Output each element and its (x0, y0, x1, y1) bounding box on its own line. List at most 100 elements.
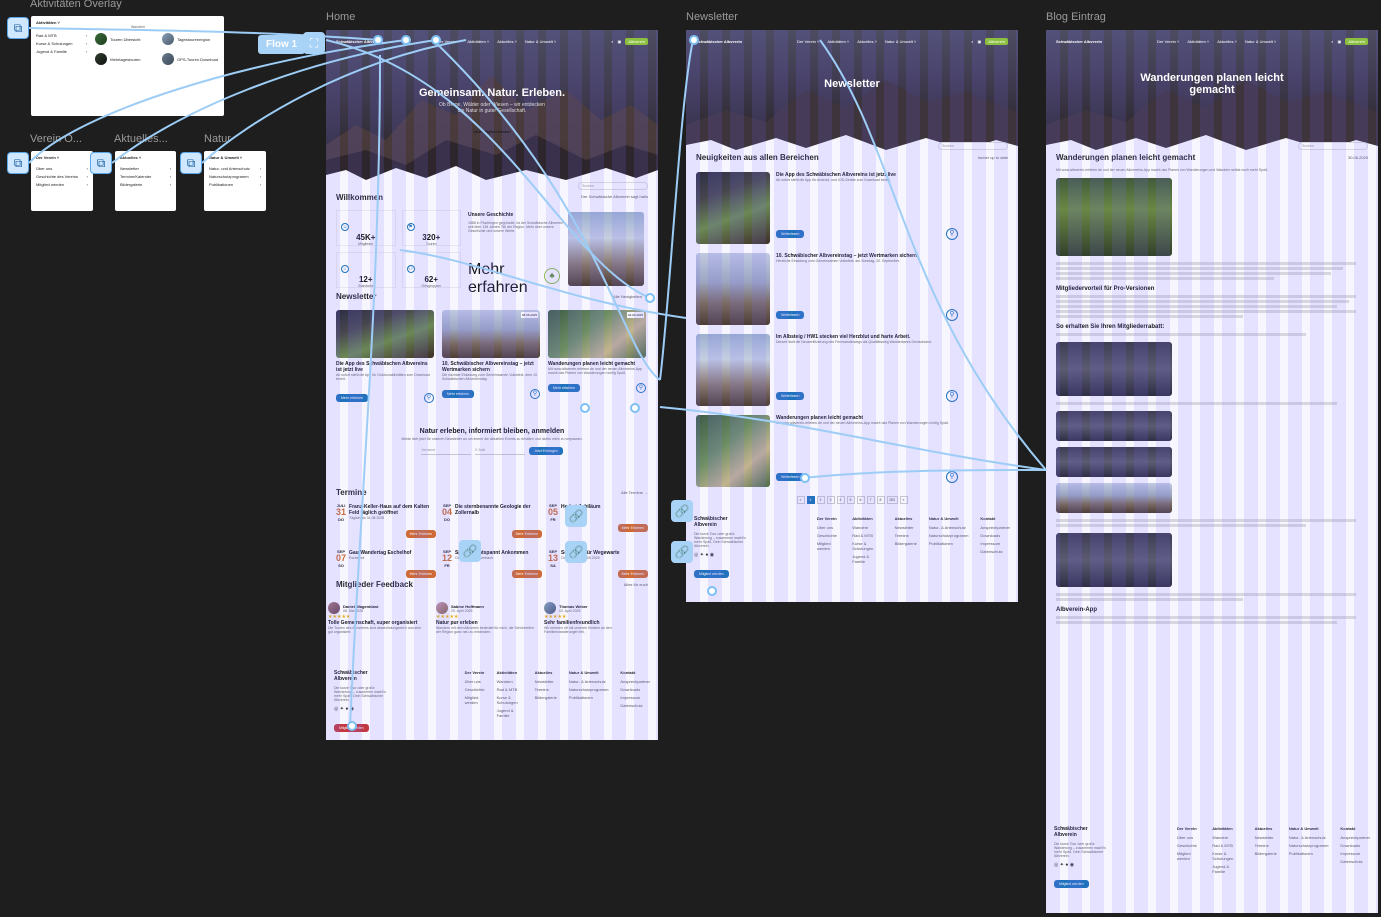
news-card[interactable]: 02.06.2025 Wanderungen planen leicht gem… (548, 310, 646, 393)
connection-dot[interactable] (373, 35, 383, 45)
connection-dot[interactable] (580, 403, 590, 413)
flow-start-badge[interactable]: Flow 1 (258, 35, 306, 54)
footer-member-button[interactable]: Mitglied werden (1054, 880, 1089, 888)
connection-dot[interactable] (347, 721, 357, 731)
nav-aktuelles[interactable]: Aktuelles ˅ (857, 39, 877, 44)
verein-item[interactable]: Über uns › (36, 164, 88, 172)
signup-button[interactable]: Jetzt Eintragen (529, 447, 563, 455)
activities-item[interactable]: Jugend & Familie › (36, 47, 87, 55)
event-item[interactable]: SEP 04 DO Die sternbenannte Geologie der Z… (442, 503, 542, 540)
nav-natur[interactable]: Natur & Umwelt ˅ (885, 39, 916, 44)
nav-aktuelles[interactable]: Aktuelles ˅ (1217, 39, 1237, 44)
frame-label-blog[interactable]: Blog Eintrag (1046, 11, 1106, 23)
event-item[interactable]: SEP 07 SO Gau-Wandertag Eschelhof Eschelhof… (336, 549, 436, 580)
overlay-trigger-icon[interactable]: ⧉ (180, 152, 202, 174)
connection-dot[interactable] (689, 35, 699, 45)
story-button[interactable]: Mehr erfahren (468, 261, 528, 296)
activities-link-gps[interactable]: GPS-Touren Download (162, 53, 219, 65)
read-more-button[interactable]: Weiterlesen (776, 230, 805, 238)
nav-verein[interactable]: Der Verein ˅ (1157, 39, 1179, 44)
page-link[interactable]: 2 (816, 496, 825, 504)
nav-aktivitaeten[interactable]: Aktivitäten ˅ (827, 39, 849, 44)
link-icon[interactable]: 🔗 (565, 541, 587, 563)
news-card[interactable]: Die App des Schwäbischen Albvereins ist … (336, 310, 434, 403)
news-more-button[interactable]: Mehr erfahren (442, 390, 474, 398)
flow-link-icon[interactable]: ⛶ (303, 32, 325, 54)
frame-label-newsletter[interactable]: Newsletter (686, 11, 738, 23)
aktuelles-item[interactable]: Termine/Kalender › (120, 172, 171, 180)
page-link[interactable]: 7 (866, 496, 875, 504)
newsletter-entry[interactable]: Wanderungen planen leicht gemacht Mit ww… (696, 415, 958, 487)
newsletter-entry[interactable]: 10. Schwäbischer Albvereinstag – jetzt W… (696, 253, 958, 325)
nav-aktivitaeten[interactable]: Aktivitäten ˅ (1187, 39, 1209, 44)
news-more-button[interactable]: Mehr erfahren (548, 384, 580, 392)
nav-aktuelles[interactable]: Aktuelles ˅ (497, 39, 517, 44)
signup-email-input[interactable]: E-Mail (475, 448, 526, 455)
activities-link-mehrtages[interactable]: Mehrtagestouren (95, 53, 154, 65)
read-more-button[interactable]: Weiterlesen (776, 311, 805, 319)
activities-item[interactable]: Rad & MTB › (36, 31, 87, 39)
reviews-carousel[interactable]: Daniel Wagenblast 06. Mai 2025 ★★★★★ Toll… (328, 602, 658, 634)
cart-icon[interactable]: ▣ (978, 39, 982, 44)
page-prev[interactable]: « (796, 496, 805, 504)
activities-link-touren[interactable]: Touren Übersicht (95, 33, 154, 45)
search-icon[interactable]: ⌕ (1331, 39, 1333, 44)
page-link[interactable]: 3 (826, 496, 835, 504)
event-item[interactable]: SEP05FR Herbst-JubiläumMehr Erfahren (548, 503, 648, 540)
blog-logo[interactable]: Schwäbischer Albverein (1056, 39, 1102, 44)
verein-overlay-frame[interactable]: Der Verein ˅ Über uns › Geschichte des Ve… (31, 151, 93, 211)
newsletter-frame[interactable]: Schwäbischer Albverein Der Verein ˅ Akti… (686, 30, 1018, 602)
event-more-button[interactable]: Mehr Erfahren (511, 530, 542, 538)
page-link[interactable]: 8 (876, 496, 885, 504)
connection-dot[interactable] (431, 35, 441, 45)
activities-item[interactable]: Kurse & Schulungen › (36, 39, 87, 47)
read-more-button[interactable]: Weiterlesen (776, 392, 805, 400)
aktuelles-item[interactable]: Bildergalerie › (120, 180, 171, 188)
hero-cta-button[interactable]: Jetzt Mitglied werden (467, 127, 517, 136)
overlay-trigger-icon[interactable]: ⧉ (7, 152, 29, 174)
overlay-trigger-icon[interactable]: ⧉ (7, 17, 29, 39)
event-item[interactable]: SEP13SA Schulung für WegewarteOrt: Stutt… (548, 549, 648, 580)
event-item[interactable]: JULI 31 DO Franz-Keller-Haus auf dem Kalte… (336, 503, 436, 540)
event-more-button[interactable]: Mehr Erfahren (617, 570, 648, 578)
aktuelles-item[interactable]: Newsletter › (120, 164, 171, 172)
event-more-button[interactable]: Mehr Erfahren (405, 530, 436, 538)
newsletter-logo[interactable]: Schwäbischer Albverein (696, 39, 742, 44)
nav-natur[interactable]: Natur & Umwelt ˅ (525, 39, 556, 44)
page-link[interactable]: 1 (806, 496, 815, 504)
all-news-link[interactable]: Alle Neuigkeiten (613, 294, 642, 299)
connection-dot[interactable] (401, 35, 411, 45)
albverein-cta[interactable]: Albverein (1345, 38, 1368, 45)
frame-label-natur[interactable]: Natur (204, 133, 231, 145)
natur-item[interactable]: Publikationen › (209, 180, 261, 188)
home-frame[interactable]: Schwäbischer Albverein Der Verein ˅ Akti… (326, 30, 658, 740)
verein-item[interactable]: Mitglied werden › (36, 180, 88, 188)
link-icon[interactable]: 🔗 (565, 505, 587, 527)
connection-dot[interactable] (707, 586, 717, 596)
connection-dot[interactable] (800, 473, 810, 483)
link-icon[interactable]: 🔗 (671, 541, 693, 563)
connection-dot[interactable] (630, 403, 640, 413)
page-link[interactable]: 5 (846, 496, 855, 504)
page-next[interactable]: » (899, 496, 908, 504)
pagination[interactable]: « 1 2 3 4 5 6 7 8 283 » (686, 496, 1018, 504)
link-icon[interactable]: 🔗 (671, 500, 693, 522)
news-card[interactable]: 08.06.2025 10. Schwäbischer Albvereinsta… (442, 310, 540, 399)
frame-label-verein[interactable]: Verein O... (30, 133, 82, 145)
event-item[interactable]: SEP 12 FR Special: Entspannt Ankommen Ort: … (442, 549, 542, 580)
frame-label-aktuelles[interactable]: Aktuelles... (114, 133, 168, 145)
albverein-cta[interactable]: Albverein (625, 38, 648, 45)
search-input[interactable]: Suchen (578, 182, 648, 190)
natur-item[interactable]: Naturschutzprogramm › (209, 172, 261, 180)
cart-icon[interactable]: ▣ (618, 39, 622, 44)
link-icon[interactable]: 🔗 (459, 540, 481, 562)
footer-member-button[interactable]: Mitglied werden (694, 570, 729, 578)
frame-label-activities[interactable]: Aktivitäten Overlay (30, 0, 122, 10)
feedback-all-link[interactable]: Alles für euch (624, 582, 648, 587)
event-more-button[interactable]: Mehr Erfahren (617, 524, 648, 532)
frame-label-home[interactable]: Home (326, 11, 355, 23)
connection-dot[interactable] (645, 293, 655, 303)
newsletter-entry[interactable]: Die App des Schwäbischen Albvereins ist … (696, 172, 958, 244)
nav-verein[interactable]: Der Verein ˅ (797, 39, 819, 44)
natur-item[interactable]: Natur- und Artenschutz › (209, 164, 261, 172)
